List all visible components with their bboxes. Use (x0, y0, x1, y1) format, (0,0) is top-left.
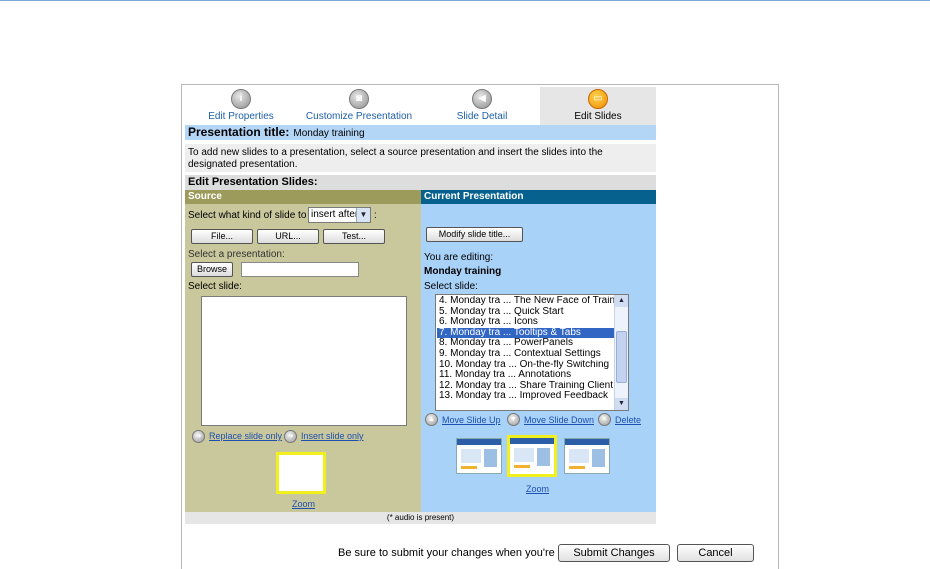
step-slide-detail[interactable]: ◀ Slide Detail (437, 87, 527, 125)
thumbnail-block (537, 448, 550, 466)
source-panel: Source Select what kind of slide to inse… (185, 190, 421, 512)
presentation-path-input[interactable] (241, 262, 359, 277)
source-zoom-link[interactable]: Zoom (292, 499, 315, 509)
selected-slide-thumbnail[interactable] (507, 435, 557, 477)
current-slide-list[interactable]: 4. Monday tra ... The New Face of Traini… (435, 294, 629, 411)
list-item[interactable]: 10. Monday tra ... On-the-fly Switching (437, 360, 615, 371)
file-button[interactable]: File... (191, 229, 253, 244)
thumbnail-header (565, 439, 609, 445)
list-item-selected[interactable]: 7. Monday tra ... Tooltips & Tabs (437, 327, 615, 339)
scrollbar-thumb[interactable] (616, 331, 627, 383)
step-edit-properties[interactable]: i Edit Properties (195, 87, 287, 125)
current-presentation-panel: Current Presentation Modify slide title.… (421, 190, 656, 512)
wizard-steps: i Edit Properties ◙ Customize Presentati… (185, 87, 656, 125)
arrow-up-icon: ▲ (425, 413, 438, 426)
top-border (0, 0, 930, 1)
kind-label: Select what kind of slide to (188, 210, 307, 221)
select-presentation-label: Select a presentation: (188, 249, 285, 260)
insert-slide-link[interactable]: Insert slide only (301, 431, 364, 441)
slide-options: 4. Monday tra ... The New Face of Traini… (437, 296, 615, 402)
thumbnail-block (569, 449, 589, 463)
step-customize-presentation[interactable]: ◙ Customize Presentation (301, 87, 417, 125)
submit-note: Be sure to submit your changes when you'… (338, 547, 586, 559)
list-item[interactable]: 4. Monday tra ... The New Face of Traini… (437, 296, 615, 307)
move-slide-down-link[interactable]: Move Slide Down (524, 415, 594, 425)
source-heading: Source (185, 190, 421, 204)
slide-list-scrollbar[interactable]: ▲ ▼ (614, 295, 628, 410)
thumbnail-block (592, 449, 605, 467)
step-label: Slide Detail (456, 111, 508, 122)
instructions: To add new slides to a presentation, sel… (185, 144, 656, 172)
thumbnail-block (514, 448, 534, 462)
presentation-title-value: Monday training (293, 128, 365, 139)
list-item[interactable]: 12. Monday tra ... Share Training Client (437, 381, 615, 392)
arrow-down-icon: ▼ (507, 413, 520, 426)
audio-icon: ◀ (472, 89, 492, 109)
current-heading: Current Presentation (421, 190, 656, 204)
section-heading: Edit Presentation Slides: (185, 175, 656, 190)
chevron-down-icon[interactable]: ▼ (615, 398, 628, 410)
info-icon: i (231, 89, 251, 109)
thumbnail-block (461, 449, 481, 463)
replace-slide-link[interactable]: Replace slide only (209, 431, 282, 441)
current-select-slide-label: Select slide: (424, 281, 478, 292)
kind-colon: : (374, 210, 377, 221)
list-item[interactable]: 6. Monday tra ... Icons (437, 317, 615, 328)
thumbnail-block (484, 449, 497, 467)
presentation-title-bar: Presentation title: Monday training (185, 125, 656, 140)
editing-value: Monday training (424, 266, 502, 277)
test-button[interactable]: Test... (323, 229, 385, 244)
step-edit-slides[interactable]: ▭ Edit Slides (540, 87, 656, 125)
source-select-slide-label: Select slide: (188, 281, 242, 292)
url-button[interactable]: URL... (257, 229, 319, 244)
presentation-title-label: Presentation title: (188, 125, 290, 139)
list-item[interactable]: 8. Monday tra ... PowerPanels (437, 338, 615, 349)
browse-button[interactable]: Browse (191, 262, 233, 277)
kind-select-value: insert after (311, 209, 359, 220)
modify-slide-title-button[interactable]: Modify slide title... (426, 227, 523, 242)
submit-changes-button[interactable]: Submit Changes (558, 544, 670, 562)
thumbnail-header (510, 438, 554, 444)
audio-note: (* audio is present) (185, 512, 656, 524)
arrow-right-icon: ➔ (192, 430, 205, 443)
thumbnail-line (569, 466, 585, 469)
thumbnail-line (514, 465, 530, 468)
step-label: Edit Slides (574, 111, 622, 122)
list-item[interactable]: 5. Monday tra ... Quick Start (437, 307, 615, 318)
slide-thumbnail[interactable] (564, 438, 610, 474)
slide-thumbnail[interactable] (456, 438, 502, 474)
list-item[interactable]: 11. Monday tra ... Annotations (437, 370, 615, 381)
kind-select[interactable]: insert after ▼ (308, 207, 371, 223)
current-zoom-link[interactable]: Zoom (526, 484, 549, 494)
list-item[interactable]: 13. Monday tra ... Improved Feedback (437, 391, 615, 402)
chevron-up-icon[interactable]: ▲ (615, 295, 628, 307)
chevron-down-icon: ▼ (356, 208, 370, 222)
list-item[interactable]: 9. Monday tra ... Contextual Settings (437, 349, 615, 360)
step-label: Edit Properties (208, 111, 274, 122)
source-slide-list[interactable] (201, 296, 407, 426)
delete-icon: ✕ (598, 413, 611, 426)
thumbnail-header (457, 439, 501, 445)
arrow-right-icon: ➔ (284, 430, 297, 443)
source-slide-preview[interactable] (276, 452, 326, 494)
cancel-button[interactable]: Cancel (677, 544, 754, 562)
editing-label: You are editing: (424, 252, 494, 263)
step-label: Customize Presentation (305, 111, 413, 122)
delete-link[interactable]: Delete (615, 415, 641, 425)
slide-thumbnail (510, 438, 554, 472)
edit-slides-panel: i Edit Properties ◙ Customize Presentati… (181, 84, 779, 569)
move-slide-up-link[interactable]: Move Slide Up (442, 415, 501, 425)
thumbnail-line (461, 466, 477, 469)
slides-icon: ▭ (588, 89, 608, 109)
customize-icon: ◙ (349, 89, 369, 109)
